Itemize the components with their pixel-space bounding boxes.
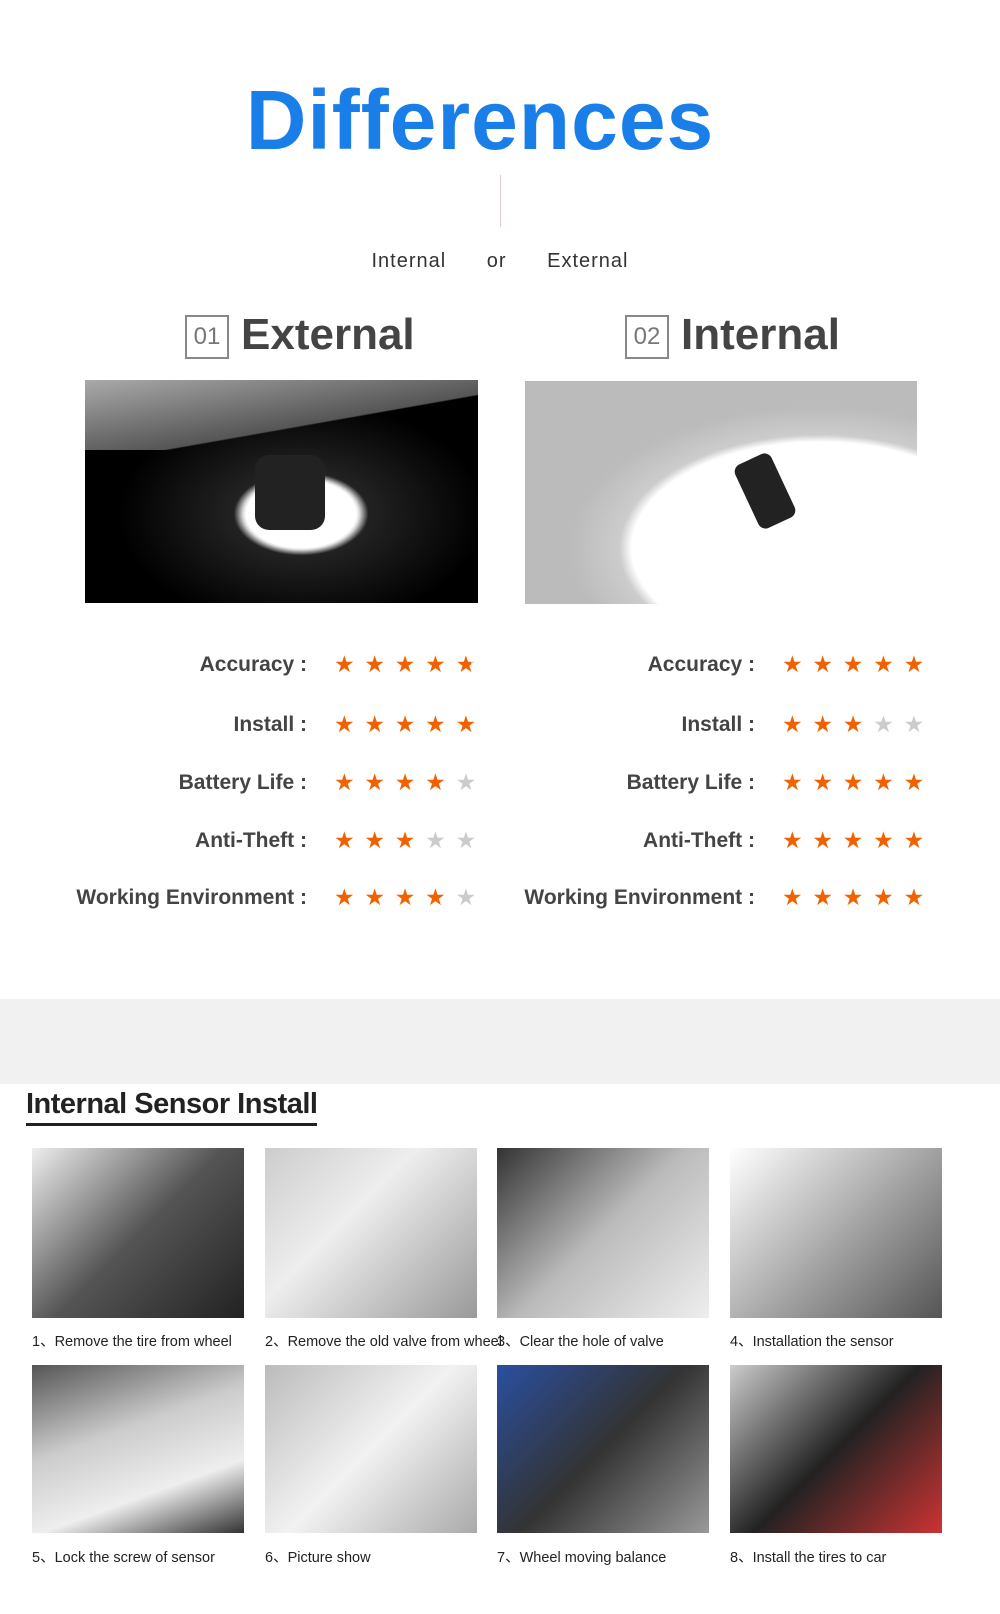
internal-sensor-photo	[525, 381, 917, 604]
step-caption: 8、Install the tires to car	[730, 1550, 887, 1566]
star-icon: ★	[782, 651, 811, 677]
star-icon: ★	[782, 827, 811, 853]
star-icon: ★	[334, 884, 363, 910]
star-icon: ★	[425, 651, 454, 677]
star-icon: ★	[425, 769, 454, 795]
star-icon: ★	[903, 769, 933, 795]
star-icon: ★	[812, 884, 842, 910]
rating-label: Install :	[681, 713, 755, 736]
star-icon: ★	[842, 651, 872, 677]
step-caption: 2、Remove the old valve from wheel	[265, 1334, 502, 1350]
number-box-01: 01	[185, 315, 229, 359]
step-caption: 1、Remove the tire from wheel	[32, 1334, 232, 1350]
star-icon: ★	[903, 884, 933, 910]
rating-label: Accuracy :	[647, 653, 755, 676]
star-icon: ★	[782, 884, 811, 910]
rating-label: Working Environment :	[524, 886, 755, 909]
step-caption: 5、Lock the screw of sensor	[32, 1550, 215, 1566]
number-box-02: 02	[625, 315, 669, 359]
star-icon: ★	[394, 769, 424, 795]
page-title: Differences	[245, 73, 715, 167]
rating-label: Install :	[233, 713, 307, 736]
heading-external: External	[241, 310, 415, 359]
step-photo	[32, 1365, 244, 1533]
star-icon: ★	[842, 884, 872, 910]
star-rating: ★★★★★	[782, 884, 934, 911]
subtitle-external: External	[547, 250, 629, 272]
star-icon: ★	[394, 884, 424, 910]
star-icon: ★	[334, 651, 363, 677]
step-photo	[265, 1148, 477, 1318]
subtitle-internal: Internal	[371, 250, 447, 272]
star-icon: ★	[394, 827, 424, 853]
rating-label: Battery Life :	[178, 771, 307, 794]
star-icon: ★	[334, 769, 363, 795]
star-icon: ★	[364, 884, 394, 910]
star-icon: ★	[873, 884, 902, 910]
step-caption: 4、Installation the sensor	[730, 1334, 894, 1350]
star-icon: ★	[812, 711, 842, 737]
star-icon: ★	[873, 827, 902, 853]
rating-label: Working Environment :	[76, 886, 307, 909]
star-icon: ★	[812, 827, 842, 853]
star-rating: ★★★★★	[782, 769, 934, 796]
star-icon: ★	[334, 827, 363, 853]
star-icon: ★	[873, 769, 902, 795]
star-icon: ★	[782, 769, 811, 795]
heading-internal: Internal	[681, 310, 840, 359]
step-photo	[497, 1148, 709, 1318]
star-icon: ★	[394, 651, 424, 677]
star-icon: ★	[364, 651, 394, 677]
star-icon: ★	[842, 827, 872, 853]
star-icon: ★	[782, 711, 811, 737]
star-icon: ★	[812, 651, 842, 677]
rating-label: Accuracy :	[199, 653, 307, 676]
star-icon: ★	[812, 769, 842, 795]
star-icon: ★	[394, 711, 424, 737]
star-icon: ★	[873, 711, 902, 737]
rating-label: Anti-Theft :	[643, 829, 755, 852]
install-section-title: Internal Sensor Install	[26, 1088, 318, 1126]
star-icon: ★	[425, 884, 454, 910]
star-icon: ★	[425, 711, 454, 737]
step-caption: 6、Picture show	[265, 1550, 371, 1566]
star-rating: ★★★★★	[782, 651, 934, 678]
star-icon: ★	[364, 711, 394, 737]
step-photo	[497, 1365, 709, 1533]
step-photo	[730, 1365, 942, 1533]
subtitle: Internal or External	[0, 250, 1000, 273]
step-caption: 7、Wheel moving balance	[497, 1550, 667, 1566]
section-separator	[0, 999, 1000, 1084]
star-icon: ★	[903, 711, 933, 737]
step-photo	[265, 1365, 477, 1533]
star-icon: ★	[903, 827, 933, 853]
star-icon: ★	[364, 827, 394, 853]
star-icon: ★	[842, 711, 872, 737]
star-icon: ★	[364, 769, 394, 795]
rating-label: Battery Life :	[626, 771, 755, 794]
rating-label: Anti-Theft :	[195, 829, 307, 852]
external-sensor-photo	[85, 380, 478, 603]
star-rating: ★★★★★	[782, 711, 934, 738]
step-caption: 3、Clear the hole of valve	[497, 1334, 664, 1350]
star-icon: ★	[903, 651, 933, 677]
subtitle-or: or	[486, 250, 507, 272]
divider	[500, 175, 501, 227]
step-photo	[730, 1148, 942, 1318]
step-photo	[32, 1148, 244, 1318]
star-rating: ★★★★★	[782, 827, 934, 854]
star-icon: ★	[425, 827, 454, 853]
star-icon: ★	[873, 651, 902, 677]
star-icon: ★	[334, 711, 363, 737]
star-icon: ★	[842, 769, 872, 795]
